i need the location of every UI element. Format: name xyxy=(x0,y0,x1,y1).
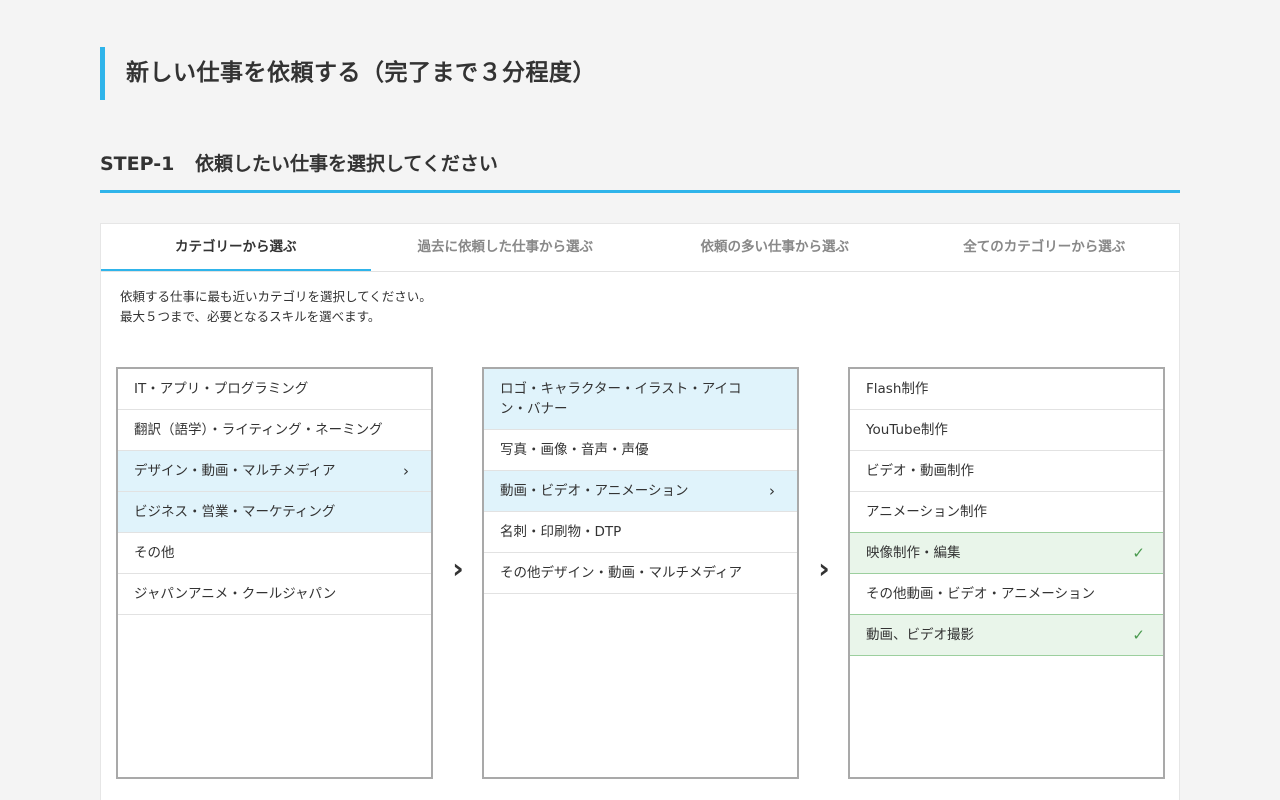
skill-item-youtube[interactable]: YouTube制作 xyxy=(850,410,1163,451)
category-item-translation[interactable]: 翻訳（語学）・ライティング・ネーミング xyxy=(118,410,431,451)
item-label: 動画、ビデオ撮影 xyxy=(866,627,974,643)
subcategory-item-logo[interactable]: ロゴ・キャラクター・イラスト・アイコン・バナー xyxy=(484,369,797,430)
skill-item-video-production[interactable]: ビデオ・動画制作 xyxy=(850,451,1163,492)
step-number: STEP-1 xyxy=(100,153,175,175)
subcategory-item-other-design[interactable]: その他デザイン・動画・マルチメディア xyxy=(484,553,797,594)
category-item-japan-anime[interactable]: ジャパンアニメ・クールジャパン xyxy=(118,574,431,615)
item-label: その他デザイン・動画・マルチメディア xyxy=(500,565,743,581)
skill-item-other-video[interactable]: その他動画・ビデオ・アニメーション xyxy=(850,574,1163,615)
chevron-right-icon: › xyxy=(769,482,775,500)
item-label: ロゴ・キャラクター・イラスト・アイコン・バナー xyxy=(500,381,742,417)
chevron-right-icon: › xyxy=(403,462,409,480)
item-label: その他 xyxy=(134,545,175,561)
category-column-2: ロゴ・キャラクター・イラスト・アイコン・バナー 写真・画像・音声・声優 動画・ビ… xyxy=(482,367,799,779)
item-label: アニメーション制作 xyxy=(866,504,987,520)
category-column-3: Flash制作 YouTube制作 ビデオ・動画制作 アニメーション制作 映像制… xyxy=(848,367,1165,779)
item-label: ビデオ・動画制作 xyxy=(866,463,974,479)
skill-item-editing[interactable]: 映像制作・編集 ✓ xyxy=(850,532,1163,574)
item-label: ジャパンアニメ・クールジャパン xyxy=(134,586,337,602)
category-item-design[interactable]: デザイン・動画・マルチメディア › xyxy=(118,451,431,492)
tab-category[interactable]: カテゴリーから選ぶ xyxy=(101,224,371,271)
item-label: Flash制作 xyxy=(866,381,929,397)
item-label: YouTube制作 xyxy=(866,422,948,438)
tab-bar: カテゴリーから選ぶ 過去に依頼した仕事から選ぶ 依頼の多い仕事から選ぶ 全てのカ… xyxy=(101,224,1179,272)
instruction-line-2: 最大５つまで、必要となるスキルを選べます。 xyxy=(120,309,381,324)
subcategory-item-print[interactable]: 名刺・印刷物・DTP xyxy=(484,512,797,553)
subcategory-item-video[interactable]: 動画・ビデオ・アニメーション › xyxy=(484,471,797,512)
arrow-right-icon: › xyxy=(452,552,464,585)
tab-popular-jobs[interactable]: 依頼の多い仕事から選ぶ xyxy=(640,224,910,271)
subcategory-item-photo[interactable]: 写真・画像・音声・声優 xyxy=(484,430,797,471)
category-item-it[interactable]: IT・アプリ・プログラミング xyxy=(118,369,431,410)
category-column-1: IT・アプリ・プログラミング 翻訳（語学）・ライティング・ネーミング デザイン・… xyxy=(116,367,433,779)
item-label: 写真・画像・音声・声優 xyxy=(500,442,649,458)
item-label: ビジネス・営業・マーケティング xyxy=(134,504,336,520)
checkmark-icon: ✓ xyxy=(1132,626,1145,644)
category-item-business[interactable]: ビジネス・営業・マーケティング xyxy=(118,492,431,533)
instruction-line-1: 依頼する仕事に最も近いカテゴリを選択してください。 xyxy=(120,289,432,304)
tab-all-categories[interactable]: 全てのカテゴリーから選ぶ xyxy=(910,224,1180,271)
step-title: 依頼したい仕事を選択してください xyxy=(194,153,498,175)
arrow-right-icon: › xyxy=(818,552,830,585)
item-label: 動画・ビデオ・アニメーション xyxy=(500,483,689,499)
item-label: 名刺・印刷物・DTP xyxy=(500,524,622,540)
category-item-other[interactable]: その他 xyxy=(118,533,431,574)
item-label: デザイン・動画・マルチメディア xyxy=(134,463,336,479)
item-label: 映像制作・編集 xyxy=(866,545,961,561)
instructions: 依頼する仕事に最も近いカテゴリを選択してください。 最大５つまで、必要となるスキ… xyxy=(120,287,432,327)
item-label: IT・アプリ・プログラミング xyxy=(134,381,309,397)
item-label: 翻訳（語学）・ライティング・ネーミング xyxy=(134,422,383,438)
checkmark-icon: ✓ xyxy=(1132,544,1145,562)
step-heading: STEP-1 依頼したい仕事を選択してください xyxy=(100,150,1180,193)
item-label: その他動画・ビデオ・アニメーション xyxy=(866,586,1095,602)
category-panel: カテゴリーから選ぶ 過去に依頼した仕事から選ぶ 依頼の多い仕事から選ぶ 全てのカ… xyxy=(100,223,1180,800)
skill-item-filming[interactable]: 動画、ビデオ撮影 ✓ xyxy=(850,614,1163,656)
page-title: 新しい仕事を依頼する（完了まで３分程度） xyxy=(100,47,1000,100)
skill-item-flash[interactable]: Flash制作 xyxy=(850,369,1163,410)
skill-item-animation[interactable]: アニメーション制作 xyxy=(850,492,1163,533)
tab-past-jobs[interactable]: 過去に依頼した仕事から選ぶ xyxy=(371,224,641,271)
